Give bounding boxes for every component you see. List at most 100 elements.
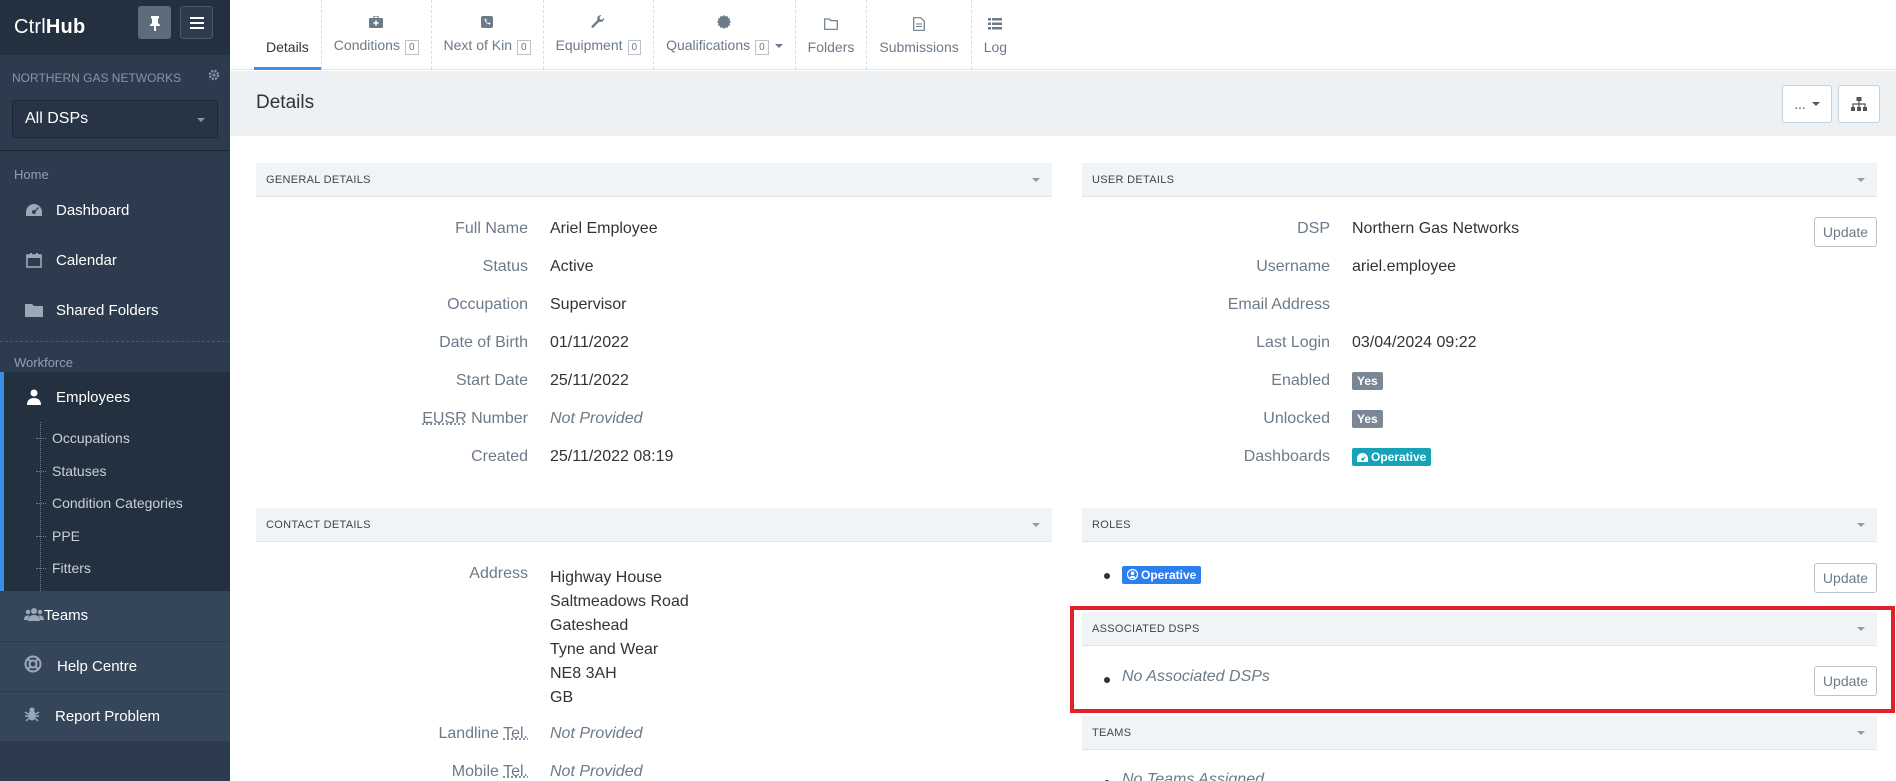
unlocked-label: Unlocked	[1263, 410, 1330, 427]
mobile-value: Not Provided	[550, 763, 643, 780]
sidebar-item-teams[interactable]: Teams	[0, 590, 230, 641]
tab-label: Next of Kin	[443, 37, 512, 53]
sidebar-item-label: Shared Folders	[56, 301, 159, 319]
tab-label: Details	[266, 39, 309, 55]
wrench-icon	[591, 14, 605, 30]
organisation-name: NORTHERN GAS NETWORKS	[0, 55, 230, 100]
teams-panel: TEAMS No Teams Assigned	[1082, 716, 1877, 781]
sidebar-item-calendar[interactable]: Calendar	[0, 235, 230, 285]
email-label: Email Address	[1227, 296, 1330, 313]
no-teams-text: No Teams Assigned	[1122, 771, 1264, 781]
sidebar-subitem-condition-categories[interactable]: Condition Categories	[4, 487, 230, 520]
chevron-down-icon[interactable]	[1857, 523, 1865, 527]
chevron-down-icon	[1811, 102, 1820, 106]
full-name-value: Ariel Employee	[550, 220, 658, 237]
record-tabs: Details Conditions 0 Next of Kin 0 Equipme…	[230, 0, 1896, 70]
pin-sidebar-button[interactable]	[138, 6, 171, 39]
sidebar-item-label: Employees	[56, 388, 131, 406]
dashboard-icon	[24, 202, 44, 218]
sidebar-subitem-ppe[interactable]: PPE	[4, 520, 230, 553]
brand-bar: CtrlHub	[0, 0, 230, 55]
sidebar-subitem-statuses[interactable]: Statuses	[4, 455, 230, 488]
dsp-select[interactable]: All DSPs	[12, 100, 218, 138]
username-label: Username	[1256, 258, 1330, 275]
sidebar-item-report-problem[interactable]: Report Problem	[0, 690, 230, 741]
chevron-down-icon[interactable]	[1857, 731, 1865, 735]
chevron-down-icon[interactable]	[1032, 523, 1040, 527]
panel-title: ROLES	[1092, 518, 1131, 531]
full-name-label: Full Name	[455, 220, 528, 237]
address-line: Saltmeadows Road	[550, 593, 689, 610]
chevron-down-icon	[197, 118, 205, 122]
user-circle-icon	[1126, 568, 1139, 581]
update-roles-button[interactable]: Update	[1814, 563, 1877, 593]
bug-icon	[24, 706, 40, 726]
page-title: Details	[256, 92, 315, 113]
user-details-header[interactable]: USER DETAILS	[1082, 163, 1877, 197]
hamburger-icon	[189, 16, 204, 29]
tab-label: Conditions	[333, 37, 400, 53]
folder-icon	[24, 303, 44, 317]
more-actions-button[interactable]: ...	[1782, 85, 1832, 123]
general-details-header[interactable]: GENERAL DETAILS	[256, 163, 1052, 197]
sidebar-item-label: Dashboard	[56, 201, 130, 219]
sidebar-item-dashboard[interactable]: Dashboard	[0, 185, 230, 235]
sidebar-item-shared-folders[interactable]: Shared Folders	[0, 285, 230, 335]
sitemap-icon	[1851, 97, 1867, 111]
folder-outline-icon	[824, 16, 838, 32]
contact-details-header[interactable]: CONTACT DETAILS	[256, 508, 1052, 542]
sidebar-subitem-occupations[interactable]: Occupations	[4, 422, 230, 455]
chevron-down-icon[interactable]	[1032, 178, 1040, 182]
sidebar: CtrlHub NORTHERN GAS NETWORKS All DSPs H…	[0, 0, 230, 781]
mobile-label: Mobile Tel.	[451, 763, 528, 780]
status-label: Status	[482, 258, 528, 275]
dashboard-badge: Operative	[1352, 448, 1432, 466]
page-header: Details ...	[230, 71, 1896, 136]
address-line: NE8 3AH	[550, 665, 617, 682]
address-line: Tyne and Wear	[550, 641, 659, 658]
roles-header[interactable]: ROLES	[1082, 508, 1877, 542]
org-chart-button[interactable]	[1838, 85, 1880, 123]
tab-details[interactable]: Details	[254, 0, 321, 70]
address-value: Highway House Saltmeadows Road Gateshead…	[550, 566, 689, 710]
start-date-value: 25/11/2022	[550, 372, 629, 389]
tab-next-of-kin[interactable]: Next of Kin 0	[430, 0, 543, 69]
eusr-number-value: Not Provided	[550, 410, 643, 427]
tab-folders[interactable]: Folders	[794, 0, 867, 69]
sidebar-subitem-fitters[interactable]: Fitters	[4, 552, 230, 585]
list-icon	[988, 16, 1003, 32]
tab-conditions[interactable]: Conditions 0	[320, 0, 431, 69]
tab-label: Equipment	[555, 37, 623, 53]
gear-icon[interactable]	[208, 69, 220, 84]
created-label: Created	[471, 448, 528, 465]
landline-label: Landline Tel.	[438, 725, 528, 742]
teams-header[interactable]: TEAMS	[1082, 716, 1877, 750]
occupation-label: Occupation	[447, 296, 528, 313]
highlight-box	[1070, 606, 1895, 713]
file-icon	[913, 16, 925, 32]
tachometer-icon	[1357, 453, 1368, 462]
ctrlhub-logo[interactable]: CtrlHub	[14, 16, 85, 39]
users-icon	[24, 607, 44, 625]
lifebuoy-icon	[24, 655, 42, 677]
chevron-down-icon[interactable]	[774, 44, 783, 49]
sidebar-item-label: Calendar	[56, 251, 117, 269]
menu-toggle-button[interactable]	[180, 6, 213, 39]
sidebar-item-help-centre[interactable]: Help Centre	[0, 640, 230, 691]
sidebar-item-label: Teams	[44, 607, 89, 624]
section-home: Home	[14, 166, 49, 182]
tab-log[interactable]: Log	[970, 0, 1019, 69]
chevron-down-icon[interactable]	[1857, 178, 1865, 182]
created-value: 25/11/2022 08:19	[550, 448, 674, 465]
tab-submissions[interactable]: Submissions	[866, 0, 970, 69]
tab-qualifications[interactable]: Qualifications 0	[653, 0, 795, 69]
org-name-label: NORTHERN GAS NETWORKS	[12, 70, 182, 85]
count-badge: 0	[755, 40, 769, 55]
start-date-label: Start Date	[455, 372, 528, 389]
tab-equipment[interactable]: Equipment 0	[542, 0, 654, 69]
sidebar-item-employees[interactable]: Employees	[0, 372, 230, 422]
roles-panel: ROLES Operative Update	[1082, 508, 1877, 598]
tab-label: Qualifications	[666, 37, 751, 53]
employees-submenu: Occupations Statuses Condition Categorie…	[0, 422, 230, 591]
dsp-select-value: All DSPs	[25, 110, 89, 127]
